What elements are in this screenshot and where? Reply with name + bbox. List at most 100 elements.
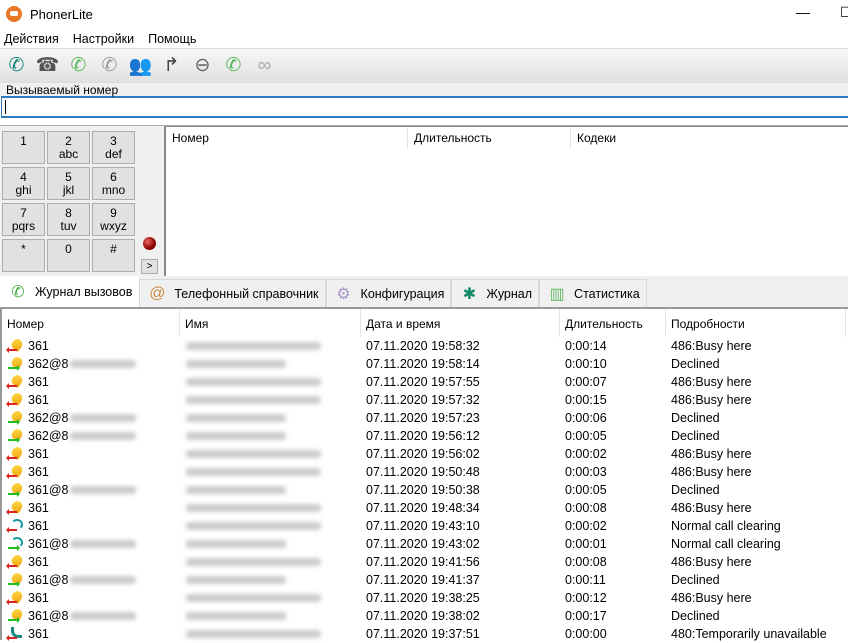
- call-datetime: 07.11.2020 19:56:12: [366, 429, 480, 443]
- keypad-key-9[interactable]: 9 wxyz: [92, 203, 135, 236]
- tab-label: Статистика: [574, 286, 640, 301]
- incoming-arrow-icon: [6, 509, 17, 515]
- column-header-3[interactable]: Длительность: [560, 309, 666, 337]
- column-header-2[interactable]: Дата и время: [361, 309, 560, 337]
- dial-number-input[interactable]: [1, 96, 848, 118]
- table-row[interactable]: 361@8 07.11.2020 19:50:38 0:00:05 Declined: [2, 481, 848, 499]
- column-header-number[interactable]: Номер: [166, 127, 408, 149]
- keypad-key-8[interactable]: 8 tuv: [47, 203, 90, 236]
- table-row[interactable]: 361@8 07.11.2020 19:38:02 0:00:17 Declined: [2, 607, 848, 625]
- key-letters: mno: [101, 183, 126, 197]
- bug-icon: ✱: [462, 285, 477, 303]
- keypad-more-button[interactable]: >: [141, 259, 158, 274]
- hold-button[interactable]: ✆: [97, 53, 122, 78]
- call-number: 361@8: [28, 483, 69, 497]
- table-row[interactable]: 361 07.11.2020 19:50:48 0:00:03 486:Busy he…: [2, 463, 848, 481]
- conference-button[interactable]: 👥: [128, 53, 153, 78]
- call-duration: 0:00:00: [565, 627, 607, 641]
- call-details: 486:Busy here: [671, 555, 752, 569]
- forward-button[interactable]: ↱: [159, 53, 184, 78]
- keypad-key-6[interactable]: 6 mno: [92, 167, 135, 200]
- callback-icon: ✆: [70, 55, 87, 76]
- callback-button[interactable]: ✆: [66, 53, 91, 78]
- ring-call-in-icon: [6, 518, 24, 534]
- keypad-key-5[interactable]: 5 jkl: [47, 167, 90, 200]
- number-redacted: [70, 540, 136, 548]
- table-row[interactable]: 361 07.11.2020 19:37:51 0:00:00 480:Tempora…: [2, 625, 848, 643]
- table-row[interactable]: 361@8 07.11.2020 19:43:02 0:00:01 Normal ca…: [2, 535, 848, 553]
- table-row[interactable]: 361 07.11.2020 19:41:56 0:00:08 486:Busy he…: [2, 553, 848, 571]
- table-row[interactable]: 361@8 07.11.2020 19:41:37 0:00:11 Declined: [2, 571, 848, 589]
- dial-label: Вызываемый номер: [0, 82, 848, 97]
- table-row[interactable]: 361 07.11.2020 19:57:55 0:00:07 486:Busy he…: [2, 373, 848, 391]
- table-row[interactable]: 362@8 07.11.2020 19:57:23 0:00:06 Declined: [2, 409, 848, 427]
- call-duration: 0:00:10: [565, 357, 607, 371]
- call-datetime: 07.11.2020 19:37:51: [366, 627, 480, 641]
- phone-call-button[interactable]: ✆: [4, 53, 29, 78]
- call-duration: 0:00:15: [565, 393, 607, 407]
- table-row[interactable]: 361 07.11.2020 19:48:34 0:00:08 486:Busy he…: [2, 499, 848, 517]
- call-details: 486:Busy here: [671, 591, 752, 605]
- call-datetime: 07.11.2020 19:48:34: [366, 501, 480, 515]
- menu-item-2[interactable]: Помощь: [148, 32, 196, 46]
- column-header-0[interactable]: Номер: [2, 309, 180, 337]
- block-button[interactable]: ⊖: [190, 53, 215, 78]
- bell-call-in-icon: [6, 499, 25, 516]
- hangup-button[interactable]: ☎: [35, 53, 60, 78]
- key-digit: 1: [20, 134, 27, 148]
- outgoing-arrow-icon: [8, 491, 20, 497]
- tab-0[interactable]: ✆ Журнал вызовов: [0, 276, 140, 307]
- bell-call-out-icon: [8, 571, 25, 588]
- call-number: 361: [28, 465, 49, 479]
- call-details: 486:Busy here: [671, 339, 752, 353]
- anonymous-button[interactable]: ∞: [252, 53, 277, 78]
- text-caret: [5, 100, 6, 114]
- table-row[interactable]: 362@8 07.11.2020 19:58:14 0:00:10 Declined: [2, 355, 848, 373]
- key-letters: abc: [58, 147, 79, 161]
- call-datetime: 07.11.2020 19:50:48: [366, 465, 480, 479]
- keypad-key-*[interactable]: *: [2, 239, 45, 272]
- call-datetime: 07.11.2020 19:56:02: [366, 447, 480, 461]
- column-header-1[interactable]: Имя: [180, 309, 361, 337]
- table-row[interactable]: 361 07.11.2020 19:38:25 0:00:12 486:Busy he…: [2, 589, 848, 607]
- table-row[interactable]: 362@8 07.11.2020 19:56:12 0:00:05 Declined: [2, 427, 848, 445]
- name-redacted: [186, 522, 321, 530]
- hangup-icon: ☎: [35, 55, 60, 76]
- call-duration: 0:00:17: [565, 609, 607, 623]
- bell-call-in-icon: [6, 589, 25, 606]
- keypad-key-7[interactable]: 7 pqrs: [2, 203, 45, 236]
- keypad-key-4[interactable]: 4 ghi: [2, 167, 45, 200]
- column-header-duration[interactable]: Длительность: [408, 127, 571, 149]
- tab-1[interactable]: @ Телефонный справочник: [139, 279, 326, 307]
- key-letters: ghi: [15, 183, 32, 197]
- call-log-icon: ✆: [11, 284, 25, 301]
- table-row[interactable]: 361 07.11.2020 19:57:32 0:00:15 486:Busy he…: [2, 391, 848, 409]
- column-header-codecs[interactable]: Кодеки: [571, 127, 771, 149]
- keypad-key-0[interactable]: 0: [47, 239, 90, 272]
- active-calls-list: Номер Длительность Кодеки: [164, 126, 848, 277]
- dial-panel: 1 2 abc 3 def 4 ghi 5 jkl 6 mno 7 pqrs 8 tuv 9 wxyz * 0 # >…: [0, 125, 848, 277]
- call-duration: 0:00:06: [565, 411, 607, 425]
- number-redacted: [70, 576, 136, 584]
- menu-item-1[interactable]: Настройки: [73, 32, 134, 46]
- outgoing-arrow-icon: [8, 617, 20, 623]
- tab-4[interactable]: ▥ Статистика: [539, 279, 647, 307]
- tab-2[interactable]: ⚙ Конфигурация: [325, 279, 452, 307]
- bell-call-out-icon: [8, 427, 25, 444]
- keypad-key-2[interactable]: 2 abc: [47, 131, 90, 164]
- keypad-key-3[interactable]: 3 def: [92, 131, 135, 164]
- keypad-key-#[interactable]: #: [92, 239, 135, 272]
- tab-3[interactable]: ✱ Журнал: [451, 279, 540, 307]
- menu-item-0[interactable]: Действия: [4, 32, 59, 46]
- call-wait-button[interactable]: ✆: [221, 53, 246, 78]
- table-row[interactable]: 361 07.11.2020 19:58:32 0:00:14 486:Busy he…: [2, 337, 848, 355]
- table-row[interactable]: 361 07.11.2020 19:43:10 0:00:02 Normal call…: [2, 517, 848, 535]
- minimize-button[interactable]: —: [796, 4, 810, 20]
- table-row[interactable]: 361 07.11.2020 19:56:02 0:00:02 486:Busy he…: [2, 445, 848, 463]
- call-duration: 0:00:08: [565, 501, 607, 515]
- keypad-key-1[interactable]: 1: [2, 131, 45, 164]
- column-header-4[interactable]: Подробности: [666, 309, 846, 337]
- incoming-arrow-icon: [6, 383, 17, 389]
- call-details: Normal call clearing: [671, 519, 781, 533]
- maximize-button[interactable]: ☐: [840, 4, 848, 21]
